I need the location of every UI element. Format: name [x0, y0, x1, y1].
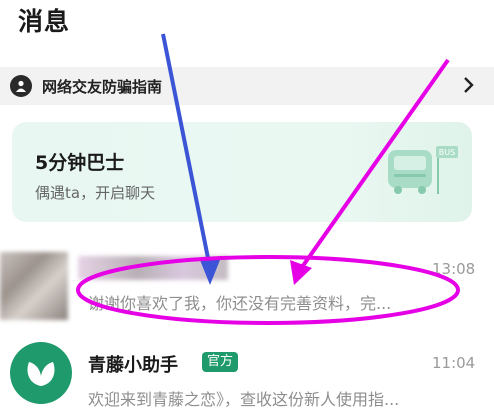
shield-user-icon: [10, 75, 32, 97]
message-preview: 谢谢你喜欢了我，你还没有完善资料，完...: [88, 294, 392, 313]
leaf-logo-icon: [10, 342, 72, 404]
message-time: 11:04: [432, 354, 476, 372]
contact-name-blurred: [78, 256, 228, 280]
message-preview: 欢迎来到青藤之恋》，查收这份新人使用指...: [88, 390, 400, 409]
bus-icon: BUS: [388, 146, 458, 194]
five-minute-bus-card[interactable]: 5分钟巴士 偶遇ta，开启聊天 BUS: [12, 122, 472, 222]
message-time: 13:08: [432, 260, 476, 278]
bus-card-title: 5分钟巴士: [35, 152, 125, 174]
chevron-right-icon: [462, 75, 474, 99]
bus-card-subtitle: 偶遇ta，开启聊天: [35, 184, 156, 202]
page-title: 消息: [18, 7, 71, 36]
official-badge: 官方: [202, 352, 239, 372]
bus-sign-label: BUS: [439, 148, 455, 157]
anti-fraud-guide-banner[interactable]: 网络交友防骗指南: [0, 67, 494, 105]
banner-label: 网络交友防骗指南: [42, 77, 163, 96]
conversation-item[interactable]: 青藤小助手 官方 11:04 欢迎来到青藤之恋》，查收这份新人使用指...: [0, 338, 494, 409]
contact-name: 青藤小助手: [88, 355, 178, 376]
conversation-item[interactable]: 13:08 谢谢你喜欢了我，你还没有完善资料，完...: [0, 240, 494, 330]
avatar: [0, 252, 68, 320]
